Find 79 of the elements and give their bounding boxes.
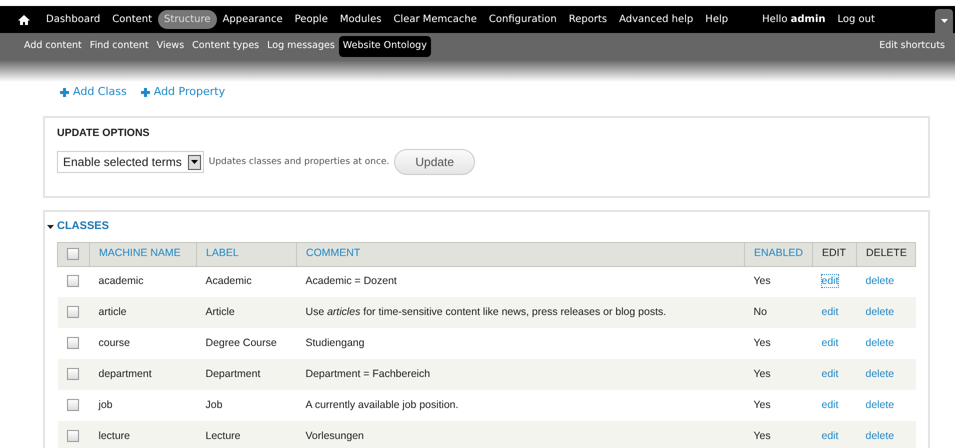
shortcut-link[interactable]: Add content — [20, 36, 86, 57]
menu-item[interactable]: Structure — [158, 10, 217, 29]
checkbox[interactable] — [66, 430, 78, 442]
table-cell: Yes — [754, 398, 771, 411]
menu-item[interactable]: Advanced help — [613, 10, 700, 29]
collapse-toggle[interactable]: CLASSES — [47, 218, 109, 235]
table-cell: Department = Fachbereich — [306, 368, 430, 380]
menu-item[interactable]: Dashboard — [40, 10, 106, 29]
checkbox[interactable] — [66, 275, 78, 288]
table-cell: academic — [98, 275, 144, 288]
table-cell: Studiengang — [306, 336, 364, 349]
table-cell: Yes — [754, 275, 771, 288]
logout-link[interactable]: Log out — [832, 10, 881, 29]
checkbox[interactable] — [66, 306, 78, 318]
table-cell: course — [98, 336, 130, 349]
menu-item[interactable]: Configuration — [482, 10, 563, 29]
caret-icon — [940, 19, 948, 23]
table-cell: A currently available job position. — [306, 398, 458, 411]
table-cell: Department — [206, 368, 260, 380]
table-cell: Academic = Dozent — [306, 275, 397, 288]
shortcut-link[interactable]: Find content — [86, 36, 153, 57]
action-select[interactable]: Enable selected terms — [57, 151, 204, 174]
delete-link[interactable]: delete — [866, 398, 894, 411]
checkbox[interactable] — [66, 368, 78, 380]
menu-item[interactable]: Clear Memcache — [387, 10, 483, 29]
table-cell: No — [754, 306, 767, 318]
plus-icon — [140, 88, 150, 97]
table-cell: Yes — [754, 368, 771, 380]
plus-icon — [60, 88, 69, 97]
delete-link[interactable]: delete — [866, 275, 894, 288]
table-cell: department — [98, 368, 152, 380]
table-cell: Academic — [206, 275, 252, 288]
home-icon[interactable] — [18, 14, 30, 26]
table-cell: Use articles for time-sensitive content like news, press releases or blog posts. — [306, 306, 666, 318]
table-cell: article — [98, 306, 127, 318]
column-header[interactable]: LABEL — [206, 247, 239, 260]
table-cell: job — [98, 398, 113, 411]
shortcut-link[interactable]: Content types — [188, 36, 264, 57]
shortcut-link[interactable]: Website Ontology — [338, 36, 431, 57]
delete-link[interactable]: delete — [866, 306, 894, 318]
table-cell: Yes — [754, 336, 771, 349]
edit-link[interactable]: edit — [822, 275, 838, 288]
menu-item[interactable]: Reports — [562, 10, 614, 29]
menu-item[interactable]: Help — [699, 10, 734, 29]
table-cell: Lecture — [206, 430, 241, 442]
edit-link[interactable]: edit — [822, 306, 838, 318]
menu-item[interactable]: Appearance — [216, 10, 289, 29]
edit-link[interactable]: edit — [822, 430, 838, 442]
checkbox[interactable] — [66, 337, 78, 350]
add-link[interactable]: Add Class — [60, 84, 127, 100]
table-cell: Vorlesungen — [306, 430, 364, 442]
toggle-button[interactable] — [935, 9, 953, 33]
table-cell: Yes — [754, 430, 771, 442]
shortcut-link[interactable]: Log messages — [263, 36, 339, 57]
table-cell: Job — [206, 398, 222, 411]
fieldset-title: UPDATE OPTIONS — [57, 126, 151, 140]
triangle-down-icon — [47, 224, 54, 228]
edit-link[interactable]: edit — [822, 368, 838, 380]
menu-item[interactable]: People — [288, 10, 334, 29]
checkbox[interactable] — [66, 399, 78, 412]
delete-link[interactable]: delete — [866, 336, 894, 349]
add-link[interactable]: Add Property — [140, 84, 226, 100]
menu-item[interactable]: Modules — [334, 10, 388, 29]
shortcut-link[interactable]: Views — [152, 36, 188, 57]
edit-link[interactable]: edit — [822, 398, 838, 411]
greeting-text: Hello admin — [761, 13, 827, 27]
table-cell: lecture — [98, 430, 130, 442]
checkbox[interactable] — [67, 248, 79, 260]
update-button[interactable]: Update — [394, 149, 476, 176]
menu-item[interactable]: Content — [106, 10, 158, 29]
description-text: Updates classes and properties at once. — [208, 156, 390, 168]
delete-link[interactable]: delete — [866, 368, 894, 380]
table-cell: Degree Course — [206, 336, 277, 349]
column-header: DELETE — [866, 247, 907, 260]
column-header: EDIT — [822, 247, 846, 260]
column-header[interactable]: COMMENT — [306, 247, 360, 260]
table-cell: Article — [206, 306, 235, 318]
edit-link[interactable]: edit — [822, 336, 838, 349]
edit-shortcuts-link[interactable]: Edit shortcuts — [875, 36, 949, 57]
